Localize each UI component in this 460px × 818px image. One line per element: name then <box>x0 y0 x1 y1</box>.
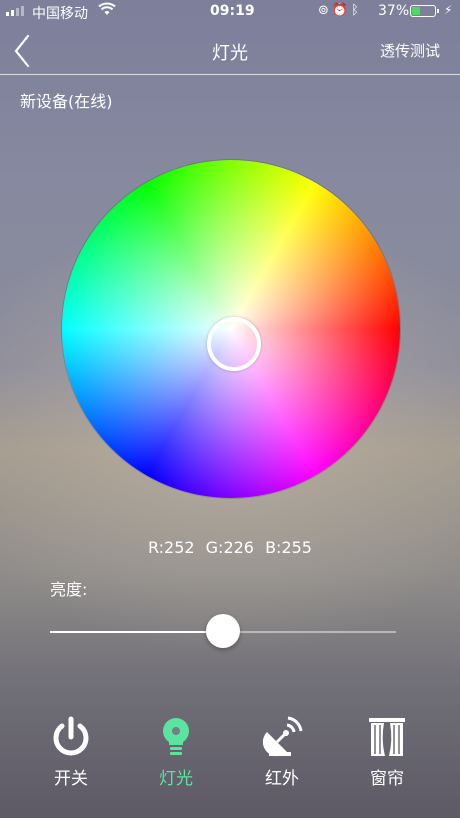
red-value: R:252 <box>148 538 195 557</box>
rgb-readout: R:252 G:226 B:255 <box>0 538 460 557</box>
satellite-dish-icon <box>262 716 303 757</box>
battery-icon <box>410 5 439 17</box>
orientation-lock-icon: ⊚ <box>318 3 332 18</box>
status-time: 09:19 <box>210 3 255 19</box>
tab-infrared[interactable]: 红外 <box>229 712 335 792</box>
blue-value: B:255 <box>265 538 312 557</box>
carrier-name: 中国移动 <box>32 6 88 22</box>
tab-infrared-label: 红外 <box>265 769 299 789</box>
tab-switch-label: 开关 <box>54 769 88 789</box>
alarm-icon: ⏰ <box>331 3 352 18</box>
tab-switch[interactable]: 开关 <box>18 712 124 792</box>
tab-light[interactable]: 灯光 <box>123 712 229 792</box>
color-picker-handle[interactable] <box>207 317 261 371</box>
device-status-label: 新设备(在线) <box>20 92 113 111</box>
power-icon <box>53 716 89 756</box>
curtain-icon <box>369 718 405 756</box>
wifi-icon <box>98 2 116 20</box>
battery-percent: 37% <box>378 3 410 19</box>
tab-curtain[interactable]: 窗帘 <box>334 712 440 792</box>
bluetooth-icon: ᛒ <box>351 3 362 18</box>
tab-light-label: 灯光 <box>159 769 193 789</box>
signal-icon <box>6 6 24 16</box>
status-bar: 中国移动 09:19 ⊚⏰ᛒ 37% ⚡ <box>0 0 460 24</box>
tab-curtain-label: 窗帘 <box>370 769 404 789</box>
tab-bar: 开关 灯光 红外 窗帘 <box>0 712 460 802</box>
nav-bar: 灯光 透传测试 <box>0 26 460 75</box>
brightness-slider[interactable] <box>50 614 396 648</box>
status-icons: ⊚⏰ᛒ <box>318 3 362 18</box>
bulb-icon <box>163 718 189 755</box>
brightness-label: 亮度: <box>50 580 88 599</box>
passthrough-test-button[interactable]: 透传测试 <box>380 40 440 61</box>
green-value: G:226 <box>205 538 254 557</box>
charging-icon: ⚡ <box>444 3 453 17</box>
brightness-slider-thumb[interactable] <box>206 614 240 648</box>
